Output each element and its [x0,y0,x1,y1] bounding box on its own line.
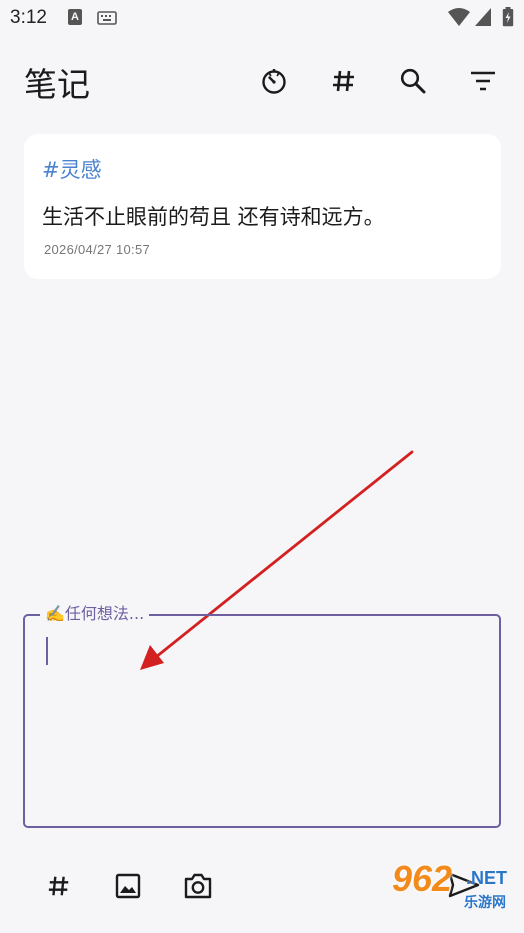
watermark-logo: 962 .NET 乐游网 [388,856,518,928]
wifi-icon [448,8,470,26]
keyboard-icon [97,11,117,25]
camera-icon[interactable] [183,871,213,901]
note-input[interactable] [23,614,501,828]
image-icon[interactable] [113,871,143,901]
signal-icon [475,8,491,26]
notification-a-icon: A [68,9,82,25]
watermark-domain: .NET [466,868,508,888]
status-time: 3:12 [10,7,47,28]
bottom-hashtag-icon[interactable] [44,871,74,901]
page-title: 笔记 [24,65,90,104]
battery-icon [502,7,514,27]
note-input-label: ✍️任何想法... [40,604,150,624]
hashtag-icon[interactable] [329,66,359,96]
note-content: 生活不止眼前的苟且 还有诗和远方。 [42,205,385,229]
watermark-site-name: 乐游网 [464,895,506,911]
text-cursor [46,637,48,665]
note-card[interactable]: #灵感 生活不止眼前的苟且 还有诗和远方。 2026/04/27 10:57 [24,134,501,279]
status-bar: 3:12 A [0,0,524,36]
note-timestamp: 2026/04/27 10:57 [44,242,151,257]
timer-icon[interactable] [259,66,289,96]
note-tag[interactable]: #灵感 [42,154,102,184]
watermark-number: 962 [392,858,453,899]
search-icon[interactable] [398,66,428,96]
filter-icon[interactable] [468,66,498,96]
